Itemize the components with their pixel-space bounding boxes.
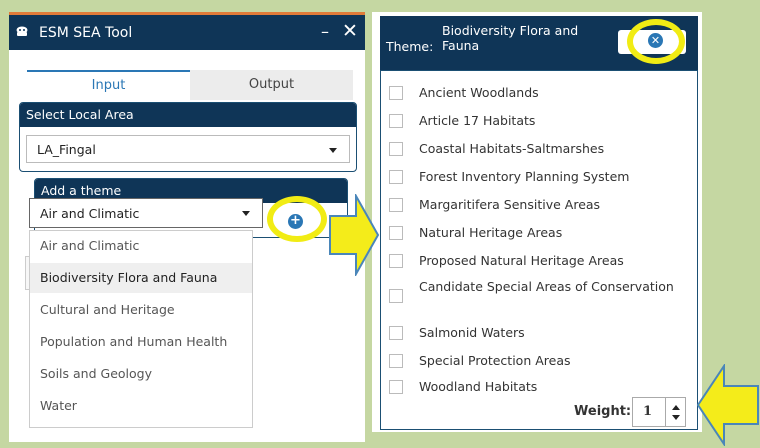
checkbox[interactable] bbox=[389, 198, 403, 212]
tab-input[interactable]: Input bbox=[27, 70, 190, 100]
checkbox[interactable] bbox=[389, 170, 403, 184]
dropdown-option[interactable]: Soils and Geology bbox=[30, 359, 252, 389]
checkbox[interactable] bbox=[389, 354, 403, 368]
local-area-select[interactable]: LA_Fingal bbox=[26, 135, 350, 163]
layer-label: Special Protection Areas bbox=[419, 353, 571, 368]
spin-down-icon[interactable] bbox=[672, 415, 680, 420]
theme-select-value: Air and Climatic bbox=[40, 206, 140, 221]
dropdown-option[interactable]: Air and Climatic bbox=[30, 231, 252, 261]
theme-dropdown-list: Air and Climatic Biodiversity Flora and … bbox=[29, 230, 253, 428]
dropdown-option[interactable]: Population and Human Health bbox=[30, 327, 252, 357]
widget-titlebar: ESM SEA Tool – ✕ bbox=[9, 12, 365, 50]
layer-label: Candidate Special Areas of Conservation bbox=[419, 279, 674, 294]
weight-value: 1 bbox=[643, 404, 653, 419]
layer-label: Woodland Habitats bbox=[419, 379, 538, 394]
layer-label: Forest Inventory Planning System bbox=[419, 169, 630, 184]
checkbox[interactable] bbox=[389, 114, 403, 128]
checkbox[interactable] bbox=[389, 380, 403, 394]
chevron-down-icon bbox=[329, 148, 337, 153]
arrow-left-icon bbox=[696, 364, 759, 446]
checkbox[interactable] bbox=[389, 86, 403, 100]
local-area-panel: Select Local Area LA_Fingal bbox=[19, 102, 357, 172]
layer-checklist: Ancient Woodlands Article 17 Habitats Co… bbox=[380, 70, 698, 430]
checkbox[interactable] bbox=[389, 254, 403, 268]
app-title: ESM SEA Tool bbox=[39, 25, 133, 41]
weight-spinner[interactable] bbox=[666, 397, 686, 427]
minimize-icon[interactable]: – bbox=[321, 22, 329, 41]
dropdown-option[interactable]: Cultural and Heritage bbox=[30, 295, 252, 325]
tab-bar: Input Output bbox=[27, 70, 353, 100]
checkbox[interactable] bbox=[389, 142, 403, 156]
layer-label: Coastal Habitats-Saltmarshes bbox=[419, 141, 605, 156]
checkbox[interactable] bbox=[389, 289, 403, 303]
layer-label: Article 17 Habitats bbox=[419, 113, 536, 128]
tab-output[interactable]: Output bbox=[190, 70, 353, 100]
spin-up-icon[interactable] bbox=[672, 405, 680, 410]
dropdown-option[interactable]: Water bbox=[30, 391, 252, 421]
theme-label: Theme: bbox=[386, 39, 434, 54]
checkbox[interactable] bbox=[389, 326, 403, 340]
weight-label: Weight: bbox=[574, 404, 632, 419]
layer-label: Salmonid Waters bbox=[419, 325, 525, 340]
layer-label: Natural Heritage Areas bbox=[419, 225, 563, 240]
layer-label: Margaritifera Sensitive Areas bbox=[419, 197, 601, 212]
theme-layers-panel: Theme: Biodiversity Flora and Fauna Anci… bbox=[372, 12, 702, 432]
close-icon[interactable]: ✕ bbox=[342, 20, 358, 42]
add-theme-button[interactable]: + bbox=[288, 214, 303, 229]
app-logo-icon bbox=[16, 26, 28, 36]
layer-label: Ancient Woodlands bbox=[419, 85, 539, 100]
dropdown-option[interactable]: Biodiversity Flora and Fauna bbox=[30, 263, 252, 293]
layer-label: Proposed Natural Heritage Areas bbox=[419, 253, 624, 268]
checkbox[interactable] bbox=[389, 226, 403, 240]
chevron-down-icon bbox=[242, 211, 250, 216]
local-area-header: Select Local Area bbox=[20, 103, 356, 127]
weight-input[interactable]: 1 bbox=[632, 397, 666, 427]
arrow-right-icon bbox=[329, 194, 380, 276]
theme-select[interactable]: Air and Climatic bbox=[29, 198, 263, 228]
local-area-value: LA_Fingal bbox=[37, 142, 96, 157]
remove-theme-button[interactable]: ✕ bbox=[648, 33, 663, 48]
theme-name: Biodiversity Flora and Fauna bbox=[442, 23, 579, 53]
